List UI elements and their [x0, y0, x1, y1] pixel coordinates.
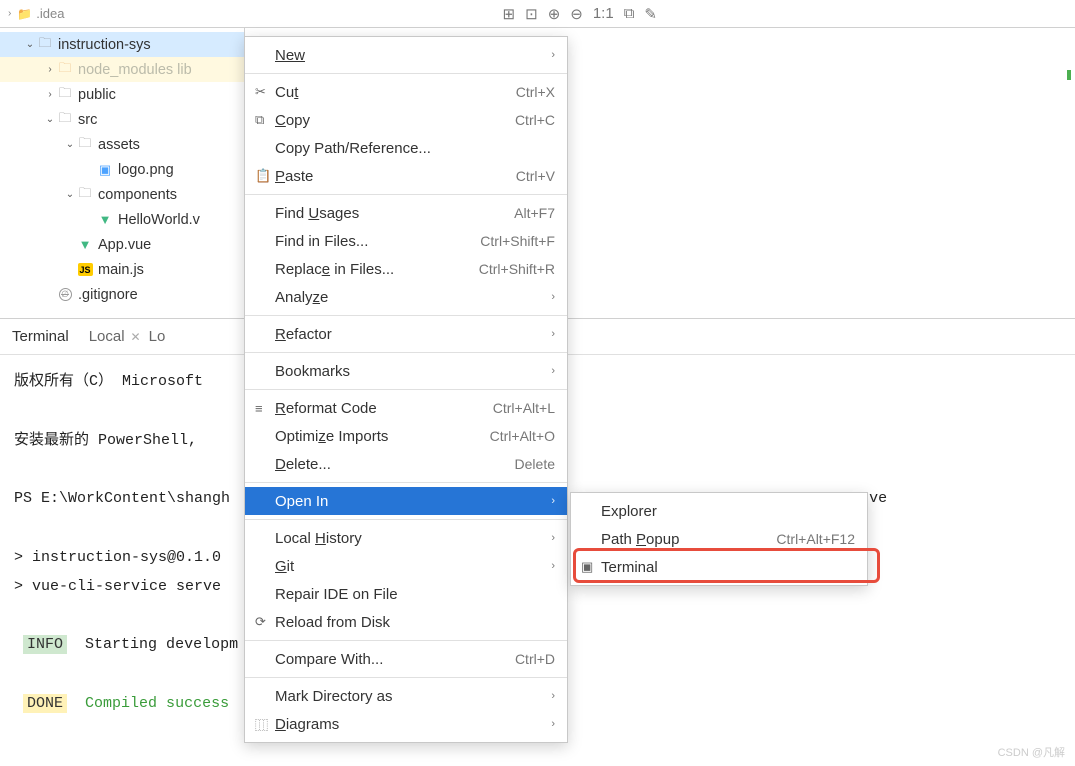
tree-label: assets: [98, 137, 140, 153]
zoom-in-icon[interactable]: ⊕: [548, 5, 561, 23]
tree-item-gitignore[interactable]: · ∅ .gitignore: [0, 282, 244, 307]
menu-find-usages[interactable]: Find UsagesAlt+F7: [245, 199, 567, 227]
folder-icon: 🗀: [36, 34, 54, 56]
context-menu[interactable]: New› ✂CutCtrl+X ⧉CopyCtrl+C Copy Path/Re…: [244, 36, 568, 743]
tree-label: instruction-sys: [58, 37, 151, 53]
menu-refactor[interactable]: Refactor›: [245, 320, 567, 348]
terminal-tab-local[interactable]: Local✕: [89, 328, 141, 345]
folder-icon: 🗀: [76, 184, 94, 206]
tree-item-node-modules[interactable]: › 🗀 node_modules lib: [0, 57, 244, 82]
menu-optimize-imports[interactable]: Optimize ImportsCtrl+Alt+O: [245, 422, 567, 450]
vue-file-icon: ▼: [76, 237, 94, 252]
edit-icon[interactable]: ✎: [644, 5, 657, 23]
tree-label: HelloWorld.v: [118, 212, 200, 228]
breadcrumb-item[interactable]: .idea: [36, 6, 64, 21]
image-file-icon: ▣: [96, 162, 114, 178]
project-tree[interactable]: ⌄ 🗀 instruction-sys › 🗀 node_modules lib…: [0, 28, 245, 318]
tree-label: main.js: [98, 262, 144, 278]
menu-repair-ide[interactable]: Repair IDE on File: [245, 580, 567, 608]
tree-label: node_modules: [78, 62, 173, 78]
folder-icon: 🗀: [56, 59, 74, 81]
tree-item-helloworld[interactable]: · ▼ HelloWorld.v: [0, 207, 244, 232]
tree-label: .gitignore: [78, 287, 138, 303]
tree-item-appvue[interactable]: · ▼ App.vue: [0, 232, 244, 257]
tree-item-src[interactable]: ⌄ 🗀 src: [0, 107, 244, 132]
submenu-explorer[interactable]: Explorer: [571, 497, 867, 525]
tree-item-components[interactable]: ⌄ 🗀 components: [0, 182, 244, 207]
crop-icon[interactable]: ⊡: [525, 5, 538, 23]
menu-local-history[interactable]: Local History›: [245, 524, 567, 552]
tree-item-assets[interactable]: ⌄ 🗀 assets: [0, 132, 244, 157]
menu-git[interactable]: Git›: [245, 552, 567, 580]
menu-cut[interactable]: ✂CutCtrl+X: [245, 78, 567, 106]
open-in-submenu[interactable]: Explorer Path PopupCtrl+Alt+F12 ▣Termina…: [570, 492, 868, 586]
menu-compare-with[interactable]: Compare With...Ctrl+D: [245, 645, 567, 673]
grid-icon[interactable]: ⊞: [503, 5, 516, 23]
done-tag: DONE: [23, 694, 67, 713]
popout-icon[interactable]: ⧉: [624, 5, 635, 23]
menu-analyze[interactable]: Analyze›: [245, 283, 567, 311]
close-icon[interactable]: ✕: [131, 330, 141, 344]
vue-file-icon: ▼: [96, 212, 114, 227]
menu-reformat[interactable]: ≡Reformat CodeCtrl+Alt+L: [245, 394, 567, 422]
tree-label: src: [78, 112, 97, 128]
tree-item-logo[interactable]: · ▣ logo.png: [0, 157, 244, 182]
menu-new[interactable]: New›: [245, 41, 567, 69]
copy-icon: ⧉: [255, 112, 275, 128]
folder-icon: 🗀: [56, 109, 74, 131]
cut-icon: ✂: [255, 84, 275, 100]
reload-icon: ⟳: [255, 614, 275, 630]
submenu-path-popup[interactable]: Path PopupCtrl+Alt+F12: [571, 525, 867, 553]
top-bar: › 📁 .idea ⊞ ⊡ ⊕ ⊖ 1:1 ⧉ ✎: [0, 0, 1075, 28]
toolbar-right: ⊞ ⊡ ⊕ ⊖ 1:1 ⧉ ✎: [503, 5, 1067, 23]
terminal-icon: ▣: [581, 559, 601, 575]
tree-item-instruction-sys[interactable]: ⌄ 🗀 instruction-sys: [0, 32, 244, 57]
js-file-icon: JS: [76, 263, 94, 276]
tree-label: public: [78, 87, 116, 103]
menu-reload-from-disk[interactable]: ⟳Reload from Disk: [245, 608, 567, 636]
editor-gutter-marker: [1067, 70, 1071, 80]
menu-copy[interactable]: ⧉CopyCtrl+C: [245, 106, 567, 134]
menu-open-in[interactable]: Open In›: [245, 487, 567, 515]
folder-icon: 🗀: [56, 84, 74, 106]
info-tag: INFO: [23, 635, 67, 654]
menu-find-in-files[interactable]: Find in Files...Ctrl+Shift+F: [245, 227, 567, 255]
tree-label: components: [98, 187, 177, 203]
folder-icon: 📁: [17, 7, 32, 21]
reformat-icon: ≡: [255, 401, 275, 416]
terminal-tab-2[interactable]: Lo: [149, 328, 166, 345]
submenu-terminal[interactable]: ▣Terminal: [571, 553, 867, 581]
tree-item-public[interactable]: › 🗀 public: [0, 82, 244, 107]
menu-mark-directory[interactable]: Mark Directory as›: [245, 682, 567, 710]
chevron-right-icon: ›: [8, 8, 11, 19]
zoom-actual-icon[interactable]: 1:1: [593, 5, 614, 23]
tree-item-mainjs[interactable]: · JS main.js: [0, 257, 244, 282]
menu-paste[interactable]: 📋PasteCtrl+V: [245, 162, 567, 190]
tree-label: App.vue: [98, 237, 151, 253]
menu-diagrams[interactable]: ⿲Diagrams›: [245, 710, 567, 738]
diagram-icon: ⿲: [255, 715, 275, 734]
zoom-out-icon[interactable]: ⊖: [570, 5, 583, 23]
menu-replace-in-files[interactable]: Replace in Files...Ctrl+Shift+R: [245, 255, 567, 283]
folder-icon: 🗀: [76, 134, 94, 156]
menu-copy-path[interactable]: Copy Path/Reference...: [245, 134, 567, 162]
watermark: CSDN @凡解: [998, 744, 1065, 760]
menu-delete[interactable]: Delete...Delete: [245, 450, 567, 478]
menu-bookmarks[interactable]: Bookmarks›: [245, 357, 567, 385]
paste-icon: 📋: [255, 168, 275, 184]
gitignore-file-icon: ∅: [56, 288, 74, 301]
tree-label: logo.png: [118, 162, 174, 178]
terminal-title[interactable]: Terminal: [12, 328, 69, 345]
